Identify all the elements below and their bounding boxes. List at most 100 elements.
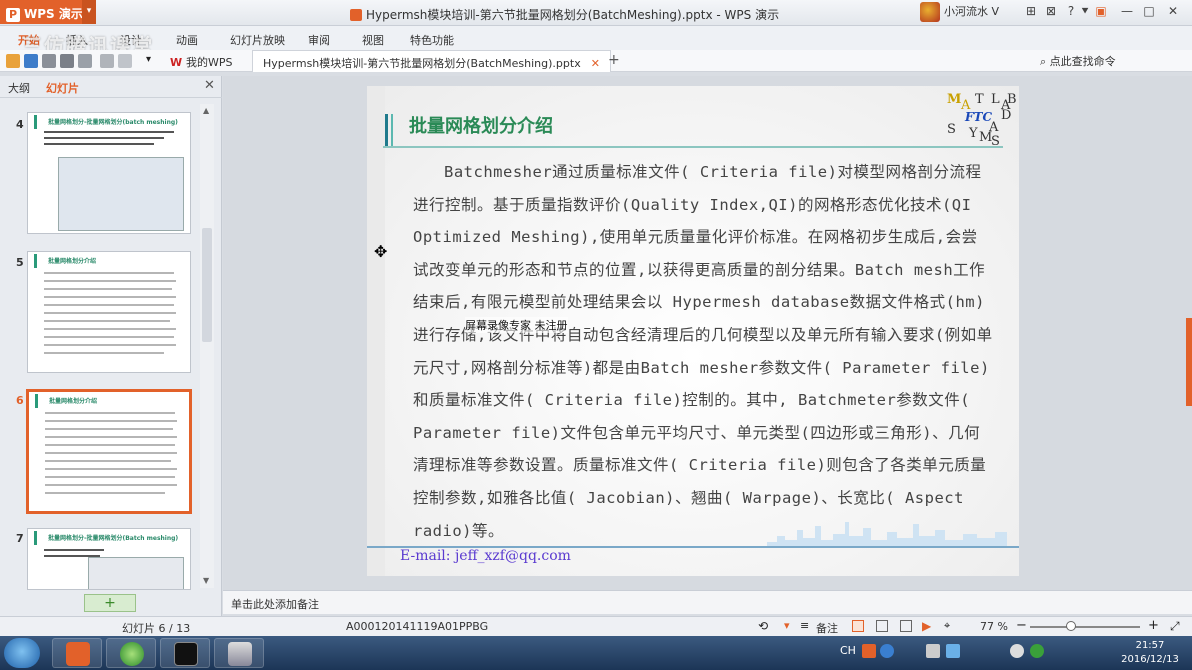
matlab-adams-logo: M A T L A B D S Y A M S FTC xyxy=(945,90,1019,150)
sorter-view-icon[interactable] xyxy=(876,620,888,632)
logo-letter: M xyxy=(947,92,962,107)
thumb-number: 7 xyxy=(16,532,24,545)
slides-scrollbar-thumb[interactable] xyxy=(202,228,212,342)
system-tray[interactable]: CH xyxy=(840,644,856,657)
notes-toggle-label[interactable]: 备注 xyxy=(816,620,838,636)
slide-thumbnail-7[interactable]: 批量网格划分-批量网格划分(Batch meshing) xyxy=(27,528,191,590)
window-title: Hypermsh模块培训-第六节批量网格划分(BatchMeshing).ppt… xyxy=(350,6,779,23)
slide-title[interactable]: 批量网格划分介绍 xyxy=(409,112,553,138)
open-icon[interactable] xyxy=(6,54,20,68)
print-icon[interactable] xyxy=(60,54,74,68)
chevron-down-icon[interactable]: ▾ xyxy=(82,0,96,24)
slide-body-text[interactable]: Batchmesher通过质量标准文件( Criteria file)对模型网格… xyxy=(413,156,993,547)
export-pdf-icon[interactable] xyxy=(42,54,56,68)
taskbar-cmd[interactable] xyxy=(160,638,210,668)
chevron-down-icon[interactable]: ▾ xyxy=(146,54,151,65)
avatar[interactable] xyxy=(920,2,940,22)
logo-letter: T xyxy=(975,92,984,107)
reading-view-icon[interactable] xyxy=(900,620,912,632)
zoom-slider-knob[interactable] xyxy=(1066,621,1076,631)
zoom-out-icon[interactable]: − xyxy=(1016,618,1027,633)
undo-icon[interactable] xyxy=(100,54,114,68)
document-icon xyxy=(350,9,362,21)
zoom-in-icon[interactable]: + xyxy=(1148,618,1159,633)
terminal-icon xyxy=(174,642,198,666)
logo-letter: Y xyxy=(969,126,978,141)
notes-pane[interactable]: 单击此处添加备注 xyxy=(223,590,1192,614)
taskbar-browser[interactable] xyxy=(106,638,156,668)
side-handle[interactable] xyxy=(1186,318,1192,406)
tab-view[interactable]: 视图 xyxy=(362,32,384,48)
browser-icon xyxy=(120,642,144,666)
comments-icon[interactable]: ▾ xyxy=(784,619,790,632)
document-id: A000120141119A01PPBG xyxy=(346,620,489,633)
scroll-up-icon[interactable]: ▲ xyxy=(203,106,209,115)
tray-security-icon[interactable] xyxy=(1030,644,1044,658)
scroll-down-icon[interactable]: ▼ xyxy=(203,576,209,585)
restore-ribbon-icon[interactable]: ▣ xyxy=(1092,4,1110,22)
save-icon[interactable] xyxy=(24,54,38,68)
taskbar-wps[interactable] xyxy=(52,638,102,668)
title-accent-bar xyxy=(385,114,388,146)
zoom-slider[interactable] xyxy=(1030,626,1140,628)
slide-thumbnail-5[interactable]: 批量网格划分介绍 xyxy=(27,251,191,373)
tab-slideshow[interactable]: 幻灯片放映 xyxy=(230,32,285,48)
redo-icon[interactable] xyxy=(118,54,132,68)
slide-thumbnail-6-selected[interactable]: 批量网格划分介绍 xyxy=(26,389,192,514)
tab-active-document[interactable]: Hypermsh模块培训-第六节批量网格划分(BatchMeshing).ppt… xyxy=(252,50,611,72)
window-icon xyxy=(228,642,252,666)
thumb-number: 5 xyxy=(16,256,24,269)
slides-scrollbar[interactable] xyxy=(200,104,214,588)
command-search[interactable]: ⌕ 点此查找命令 xyxy=(1040,53,1116,69)
slide-thumbnail-4[interactable]: 批量网格划分-批量网格划分(batch meshing) xyxy=(27,112,191,234)
start-button[interactable] xyxy=(4,638,40,668)
tab-animation[interactable]: 动画 xyxy=(176,32,198,48)
notes-toggle-icon[interactable]: ≡ xyxy=(800,619,809,632)
tab-outline[interactable]: 大纲 xyxy=(8,80,30,96)
slides-panel-header: 大纲 幻灯片 ✕ xyxy=(0,76,222,98)
reset-icon[interactable]: ⟲ xyxy=(758,619,768,633)
thumb-number: 4 xyxy=(16,118,24,131)
logo-letter: L xyxy=(991,92,1000,107)
add-slide-button[interactable]: + xyxy=(84,594,136,612)
slide-counter: 幻灯片 6 / 13 xyxy=(122,622,191,635)
input-language[interactable]: CH xyxy=(840,644,856,657)
tray-network-icon[interactable] xyxy=(926,644,940,658)
thumb-number: 6 xyxy=(16,394,24,407)
maximize-icon[interactable]: □ xyxy=(1140,4,1158,22)
preview-icon[interactable] xyxy=(78,54,92,68)
tab-review[interactable]: 审阅 xyxy=(308,32,330,48)
shirt-icon[interactable]: ⊠ xyxy=(1042,4,1060,22)
close-panel-icon[interactable]: ✕ xyxy=(204,78,215,93)
tab-my-wps[interactable]: W 我的WPS xyxy=(162,51,240,71)
location-icon[interactable]: ⌖ xyxy=(944,619,950,633)
tray-help-icon[interactable] xyxy=(880,644,894,658)
normal-view-icon[interactable] xyxy=(852,620,864,632)
clock[interactable]: 21:57 2016/12/13 xyxy=(1110,639,1190,667)
close-icon[interactable]: ✕ xyxy=(1164,4,1182,22)
minimize-icon[interactable]: — xyxy=(1118,4,1136,22)
clock-date: 2016/12/13 xyxy=(1121,654,1179,665)
wps-logo-icon: P xyxy=(6,8,20,22)
slide-body-paragraph: Batchmesher通过质量标准文件( Criteria file)对模型网格… xyxy=(413,163,993,540)
taskbar-app[interactable] xyxy=(214,638,264,668)
zoom-level[interactable]: 77 % xyxy=(980,620,1008,633)
new-tab-icon[interactable]: + xyxy=(608,52,620,68)
tab-slides[interactable]: 幻灯片 xyxy=(46,80,79,96)
logo-letter: D xyxy=(1001,108,1012,123)
close-tab-icon[interactable]: ✕ xyxy=(591,57,600,70)
skin-icon[interactable]: ⊞ xyxy=(1022,4,1040,22)
notes-placeholder[interactable]: 单击此处添加备注 xyxy=(231,596,319,612)
play-icon[interactable]: ▶ xyxy=(922,619,931,633)
slide-email: E-mail: jeff_xzf@qq.com xyxy=(400,548,571,564)
title-bar: P WPS 演示 ▾ Hypermsh模块培训-第六节批量网格划分(BatchMe… xyxy=(0,0,1192,26)
fit-window-icon[interactable]: ⤢ xyxy=(1170,619,1180,634)
thumb-title: 批量网格划分介绍 xyxy=(48,258,97,265)
tab-special[interactable]: 特色功能 xyxy=(410,32,454,48)
user-account[interactable]: 小河流水 V xyxy=(920,2,1014,24)
thumb-title: 批量网格划分-批量网格划分(Batch meshing) xyxy=(48,535,179,542)
tray-volume-icon[interactable] xyxy=(1010,644,1024,658)
tray-wps-icon[interactable] xyxy=(862,644,876,658)
app-menu-button[interactable]: P WPS 演示 ▾ xyxy=(0,0,96,24)
tray-app-icon[interactable] xyxy=(946,644,960,658)
